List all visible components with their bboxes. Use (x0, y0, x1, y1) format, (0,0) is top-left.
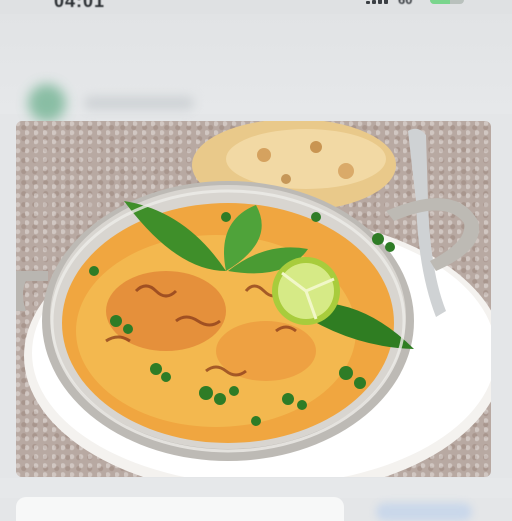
status-bar: 04:01 60 (0, 0, 512, 14)
status-time: 04:01 (54, 0, 106, 11)
bottom-action-button[interactable] (376, 503, 472, 521)
signal-icon (366, 0, 388, 4)
battery-label: 60 (398, 0, 412, 7)
food-photo-illustration (16, 121, 491, 477)
battery-fill (430, 0, 451, 4)
food-photo[interactable] (16, 121, 491, 477)
app-icon[interactable] (28, 84, 66, 122)
app-header-text (84, 96, 194, 110)
lime-wedge (272, 257, 340, 325)
bottom-card[interactable] (16, 497, 344, 521)
battery-icon (430, 0, 464, 4)
app-header (0, 14, 512, 122)
bottom-spacer (0, 478, 512, 498)
